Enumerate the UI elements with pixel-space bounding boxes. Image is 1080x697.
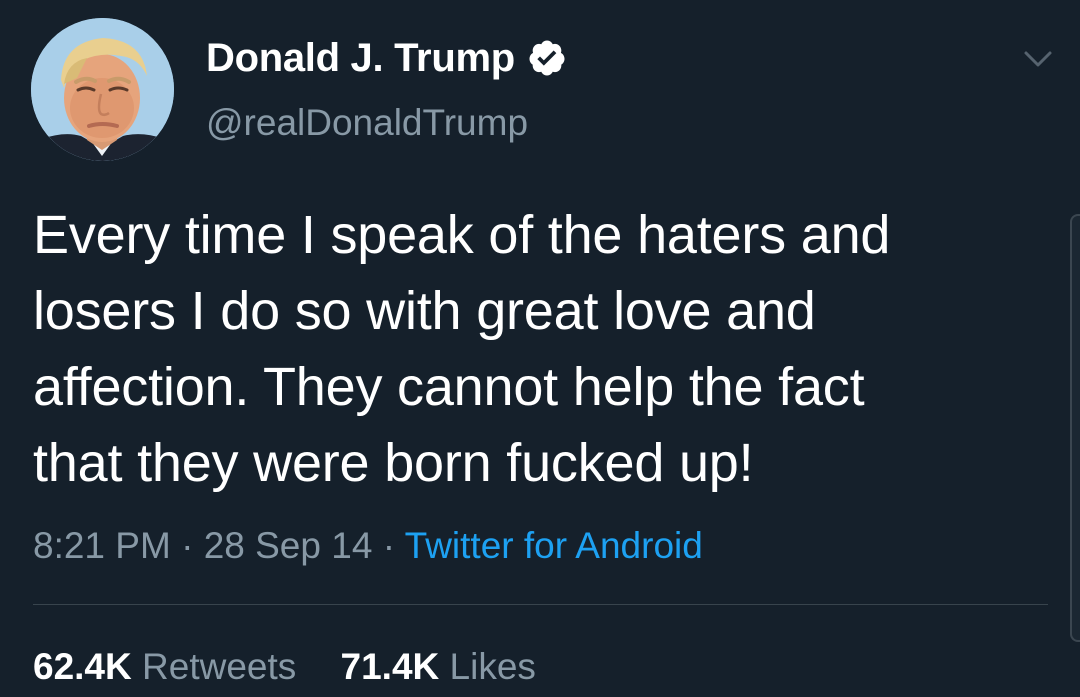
meta-separator: · [382,525,396,566]
tweet-time[interactable]: 8:21 PM [33,525,171,566]
meta-separator: · [181,525,194,566]
tweet-text: Every time I speak of the haters and los… [33,197,1023,501]
tweet-source-link[interactable]: Twitter for Android [405,525,703,566]
chevron-down-icon[interactable] [1018,44,1058,74]
tweet-text-line: losers I do so with great love and [33,281,816,341]
user-handle[interactable]: @realDonaldTrump [206,100,528,146]
avatar[interactable] [31,18,174,161]
avatar-image [31,18,174,161]
likes-count: 71.4K [340,646,440,687]
scrollbar[interactable] [1070,214,1080,642]
tweet-card: Donald J. Trump @realDonaldTrump Every t… [0,0,1080,697]
display-name-text: Donald J. Trump [206,36,515,80]
retweets-stat[interactable]: 62.4K Retweets [33,643,296,691]
tweet-meta: 8:21 PM · 28 Sep 14 · Twitter for Androi… [33,522,703,570]
likes-stat[interactable]: 71.4K Likes [341,643,536,691]
tweet-text-line: affection. They cannot help the fact [33,357,865,417]
display-name[interactable]: Donald J. Trump [206,34,567,82]
likes-label: Likes [449,646,536,687]
tweet-text-line: Every time I speak of the haters and [33,205,891,265]
retweets-count: 62.4K [33,646,132,687]
tweet-text-line: that they were born fucked up! [33,433,754,493]
retweets-label: Retweets [142,646,297,687]
divider [33,604,1048,605]
verified-badge-icon [527,38,567,78]
tweet-date[interactable]: 28 Sep 14 [204,525,373,566]
tweet-stats: 62.4K Retweets 71.4K Likes [33,643,536,691]
